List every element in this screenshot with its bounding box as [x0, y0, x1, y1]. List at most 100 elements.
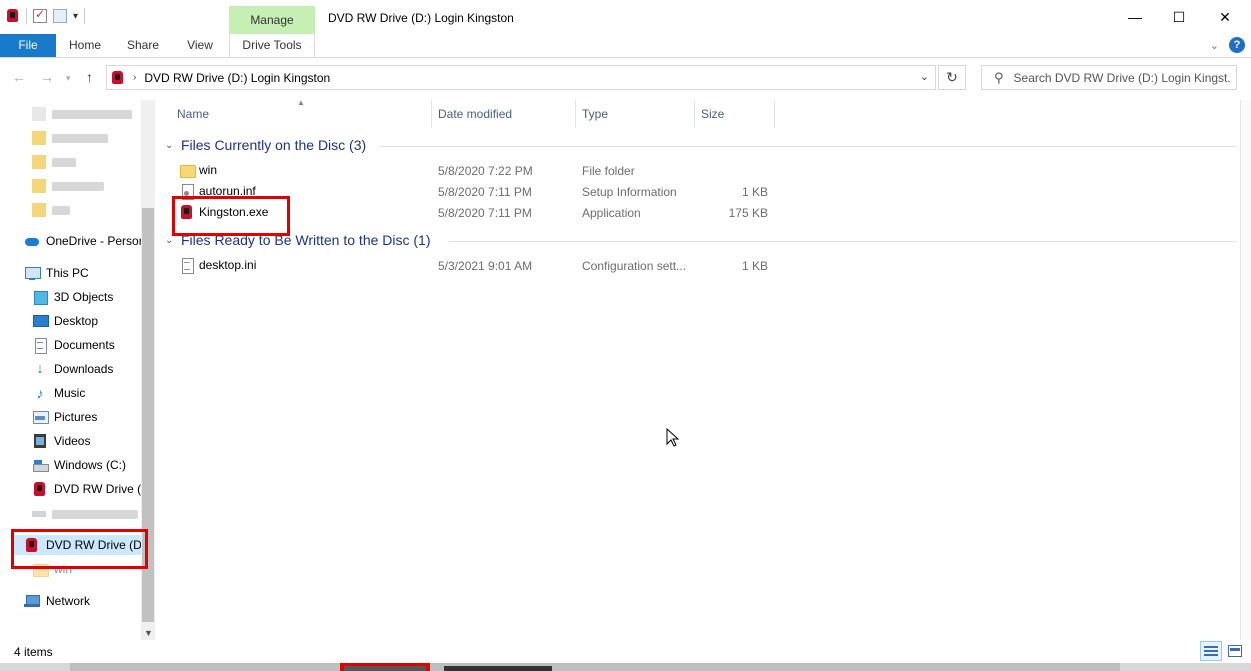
blurred-quick-access-item[interactable]: [32, 154, 76, 170]
maximize-button[interactable]: ☐: [1156, 5, 1202, 29]
new-folder-icon[interactable]: [53, 9, 67, 23]
forward-arrow-icon[interactable]: →: [40, 69, 54, 85]
blurred-quick-access-item[interactable]: [32, 130, 108, 146]
blurred-quick-access-item[interactable]: [32, 202, 70, 218]
downloads-icon: ↓: [36, 360, 44, 377]
group-divider: [449, 241, 1237, 242]
search-box[interactable]: ⚲: [981, 65, 1237, 90]
file-type: Application: [582, 206, 641, 220]
file-size: 1 KB: [741, 259, 768, 273]
group-title: Files Currently on the Disc (3): [181, 137, 367, 153]
sidebar-item-label: Network: [46, 594, 91, 608]
table-row[interactable]: Kingston.exe 5/8/2020 7:11 PM Applicatio…: [157, 203, 1240, 224]
column-header-size[interactable]: Size: [695, 100, 775, 128]
file-list-pane: ▲ Name Date modified Type Size ⌄ Files C…: [157, 98, 1240, 640]
taskbar-button[interactable]: [344, 666, 426, 671]
taskbar-button[interactable]: [444, 666, 552, 671]
refresh-button[interactable]: ↻: [938, 65, 966, 90]
sidebar-item-label: Videos: [54, 434, 91, 448]
up-arrow-icon[interactable]: ↑: [86, 69, 93, 85]
file-date: 5/8/2020 7:11 PM: [438, 206, 532, 220]
file-date: 5/8/2020 7:22 PM: [438, 164, 533, 178]
sidebar-item-3d-objects[interactable]: 3D Objects: [32, 287, 113, 307]
scroll-down-arrow-icon[interactable]: ▼: [144, 628, 153, 638]
breadcrumb-current[interactable]: DVD RW Drive (D:) Login Kingston: [144, 71, 330, 85]
column-header-date[interactable]: Date modified: [432, 100, 576, 128]
recent-locations-chevron-icon[interactable]: ▾: [66, 73, 71, 84]
file-type: Setup Information: [582, 185, 677, 199]
tab-share[interactable]: Share: [120, 34, 166, 57]
blurred-drive-item[interactable]: [32, 506, 138, 522]
kingston-icon: [32, 481, 48, 497]
sidebar-item-music[interactable]: ♪ Music: [32, 383, 86, 403]
manage-contextual-tab[interactable]: Manage: [229, 6, 315, 34]
file-size: 1 KB: [741, 185, 768, 199]
help-icon[interactable]: ?: [1229, 37, 1245, 53]
group-divider: [379, 146, 1237, 147]
tab-file[interactable]: File: [0, 34, 56, 57]
file-type: Configuration sett...: [582, 259, 687, 273]
sidebar-item-desktop[interactable]: Desktop: [32, 311, 98, 331]
group-collapse-chevron-icon[interactable]: ⌄: [165, 140, 177, 151]
details-view-icon: [1204, 646, 1218, 656]
large-icons-view-button[interactable]: [1224, 641, 1246, 661]
properties-icon[interactable]: [33, 7, 47, 23]
blurred-quick-access-item[interactable]: [32, 178, 104, 194]
sidebar-item-label: Music: [54, 386, 86, 400]
sidebar-item-videos[interactable]: Videos: [32, 431, 90, 451]
tab-home[interactable]: Home: [60, 34, 110, 57]
taskbar-segment: [70, 663, 1120, 671]
customize-toolbar-chevron-icon[interactable]: ▾: [73, 11, 78, 22]
search-input[interactable]: [1013, 70, 1232, 85]
drive-icon: [32, 457, 49, 473]
sidebar-item-label: Downloads: [54, 362, 114, 376]
breadcrumb-separator-icon[interactable]: ›: [133, 72, 136, 83]
back-arrow-icon[interactable]: ←: [12, 69, 26, 85]
refresh-icon: ↻: [946, 69, 958, 85]
configuration-file-icon: [179, 257, 195, 274]
sidebar-item-network[interactable]: Network: [24, 591, 90, 611]
column-header-type[interactable]: Type: [576, 100, 695, 128]
sidebar-item-label: Windows (C:): [54, 458, 127, 472]
title-bar: ▾ Manage DVD RW Drive (D:) Login Kingsto…: [0, 0, 1251, 34]
sidebar-item-onedrive[interactable]: OneDrive - Persor: [24, 231, 143, 251]
minimize-button[interactable]: —: [1112, 5, 1158, 29]
sidebar-item-dvd-drive-pc[interactable]: DVD RW Drive (D: [32, 479, 150, 499]
highlight-box-nav: [11, 529, 148, 569]
mouse-cursor-icon: [666, 428, 680, 447]
sidebar-item-pictures[interactable]: Pictures: [32, 407, 97, 427]
column-header-name[interactable]: Name: [171, 100, 432, 128]
sidebar-item-label: Documents: [54, 338, 115, 352]
sidebar-item-label: Pictures: [54, 410, 98, 424]
ribbon-right-controls: ⌄ ?: [1210, 37, 1245, 53]
documents-icon: [32, 337, 48, 354]
sidebar-item-this-pc[interactable]: This PC: [24, 263, 89, 283]
desktop-icon: [32, 313, 49, 329]
sidebar-item-windows-c[interactable]: Windows (C:): [32, 455, 126, 475]
content-scrollbar[interactable]: [1240, 100, 1251, 640]
expand-ribbon-chevron-icon[interactable]: ⌄: [1210, 39, 1219, 52]
group-header-on-disc[interactable]: ⌄ Files Currently on the Disc (3): [165, 137, 366, 153]
group-collapse-chevron-icon[interactable]: ⌄: [165, 235, 177, 246]
table-row[interactable]: win 5/8/2020 7:22 PM File folder: [157, 161, 1240, 182]
tab-drive-tools[interactable]: Drive Tools: [229, 34, 315, 57]
navigation-bar: ← → ▾ ↑ › DVD RW Drive (D:) Login Kingst…: [0, 59, 1251, 99]
highlight-box-file: [172, 196, 290, 236]
address-bar[interactable]: › DVD RW Drive (D:) Login Kingston ⌄: [106, 65, 936, 90]
address-dropdown-chevron-icon[interactable]: ⌄: [920, 70, 929, 83]
sidebar-item-downloads[interactable]: ↓ Downloads: [32, 359, 113, 379]
search-icon: ⚲: [994, 69, 1004, 85]
table-row[interactable]: desktop.ini 5/3/2021 9:01 AM Configurati…: [157, 256, 1240, 277]
quick-access-toolbar: ▾: [6, 7, 86, 24]
file-date: 5/8/2020 7:11 PM: [438, 185, 532, 199]
tab-view[interactable]: View: [178, 34, 222, 57]
kingston-app-icon[interactable]: [6, 8, 20, 24]
cube-icon: [32, 289, 48, 305]
sidebar-item-documents[interactable]: Documents: [32, 335, 115, 355]
close-button[interactable]: ✕: [1202, 5, 1248, 29]
details-view-button[interactable]: [1200, 641, 1222, 661]
blurred-quick-access-item[interactable]: [32, 106, 132, 122]
sidebar-item-label: DVD RW Drive (D: [54, 482, 150, 496]
table-row[interactable]: autorun.inf 5/8/2020 7:11 PM Setup Infor…: [157, 182, 1240, 203]
item-count: 4 items: [14, 645, 53, 659]
